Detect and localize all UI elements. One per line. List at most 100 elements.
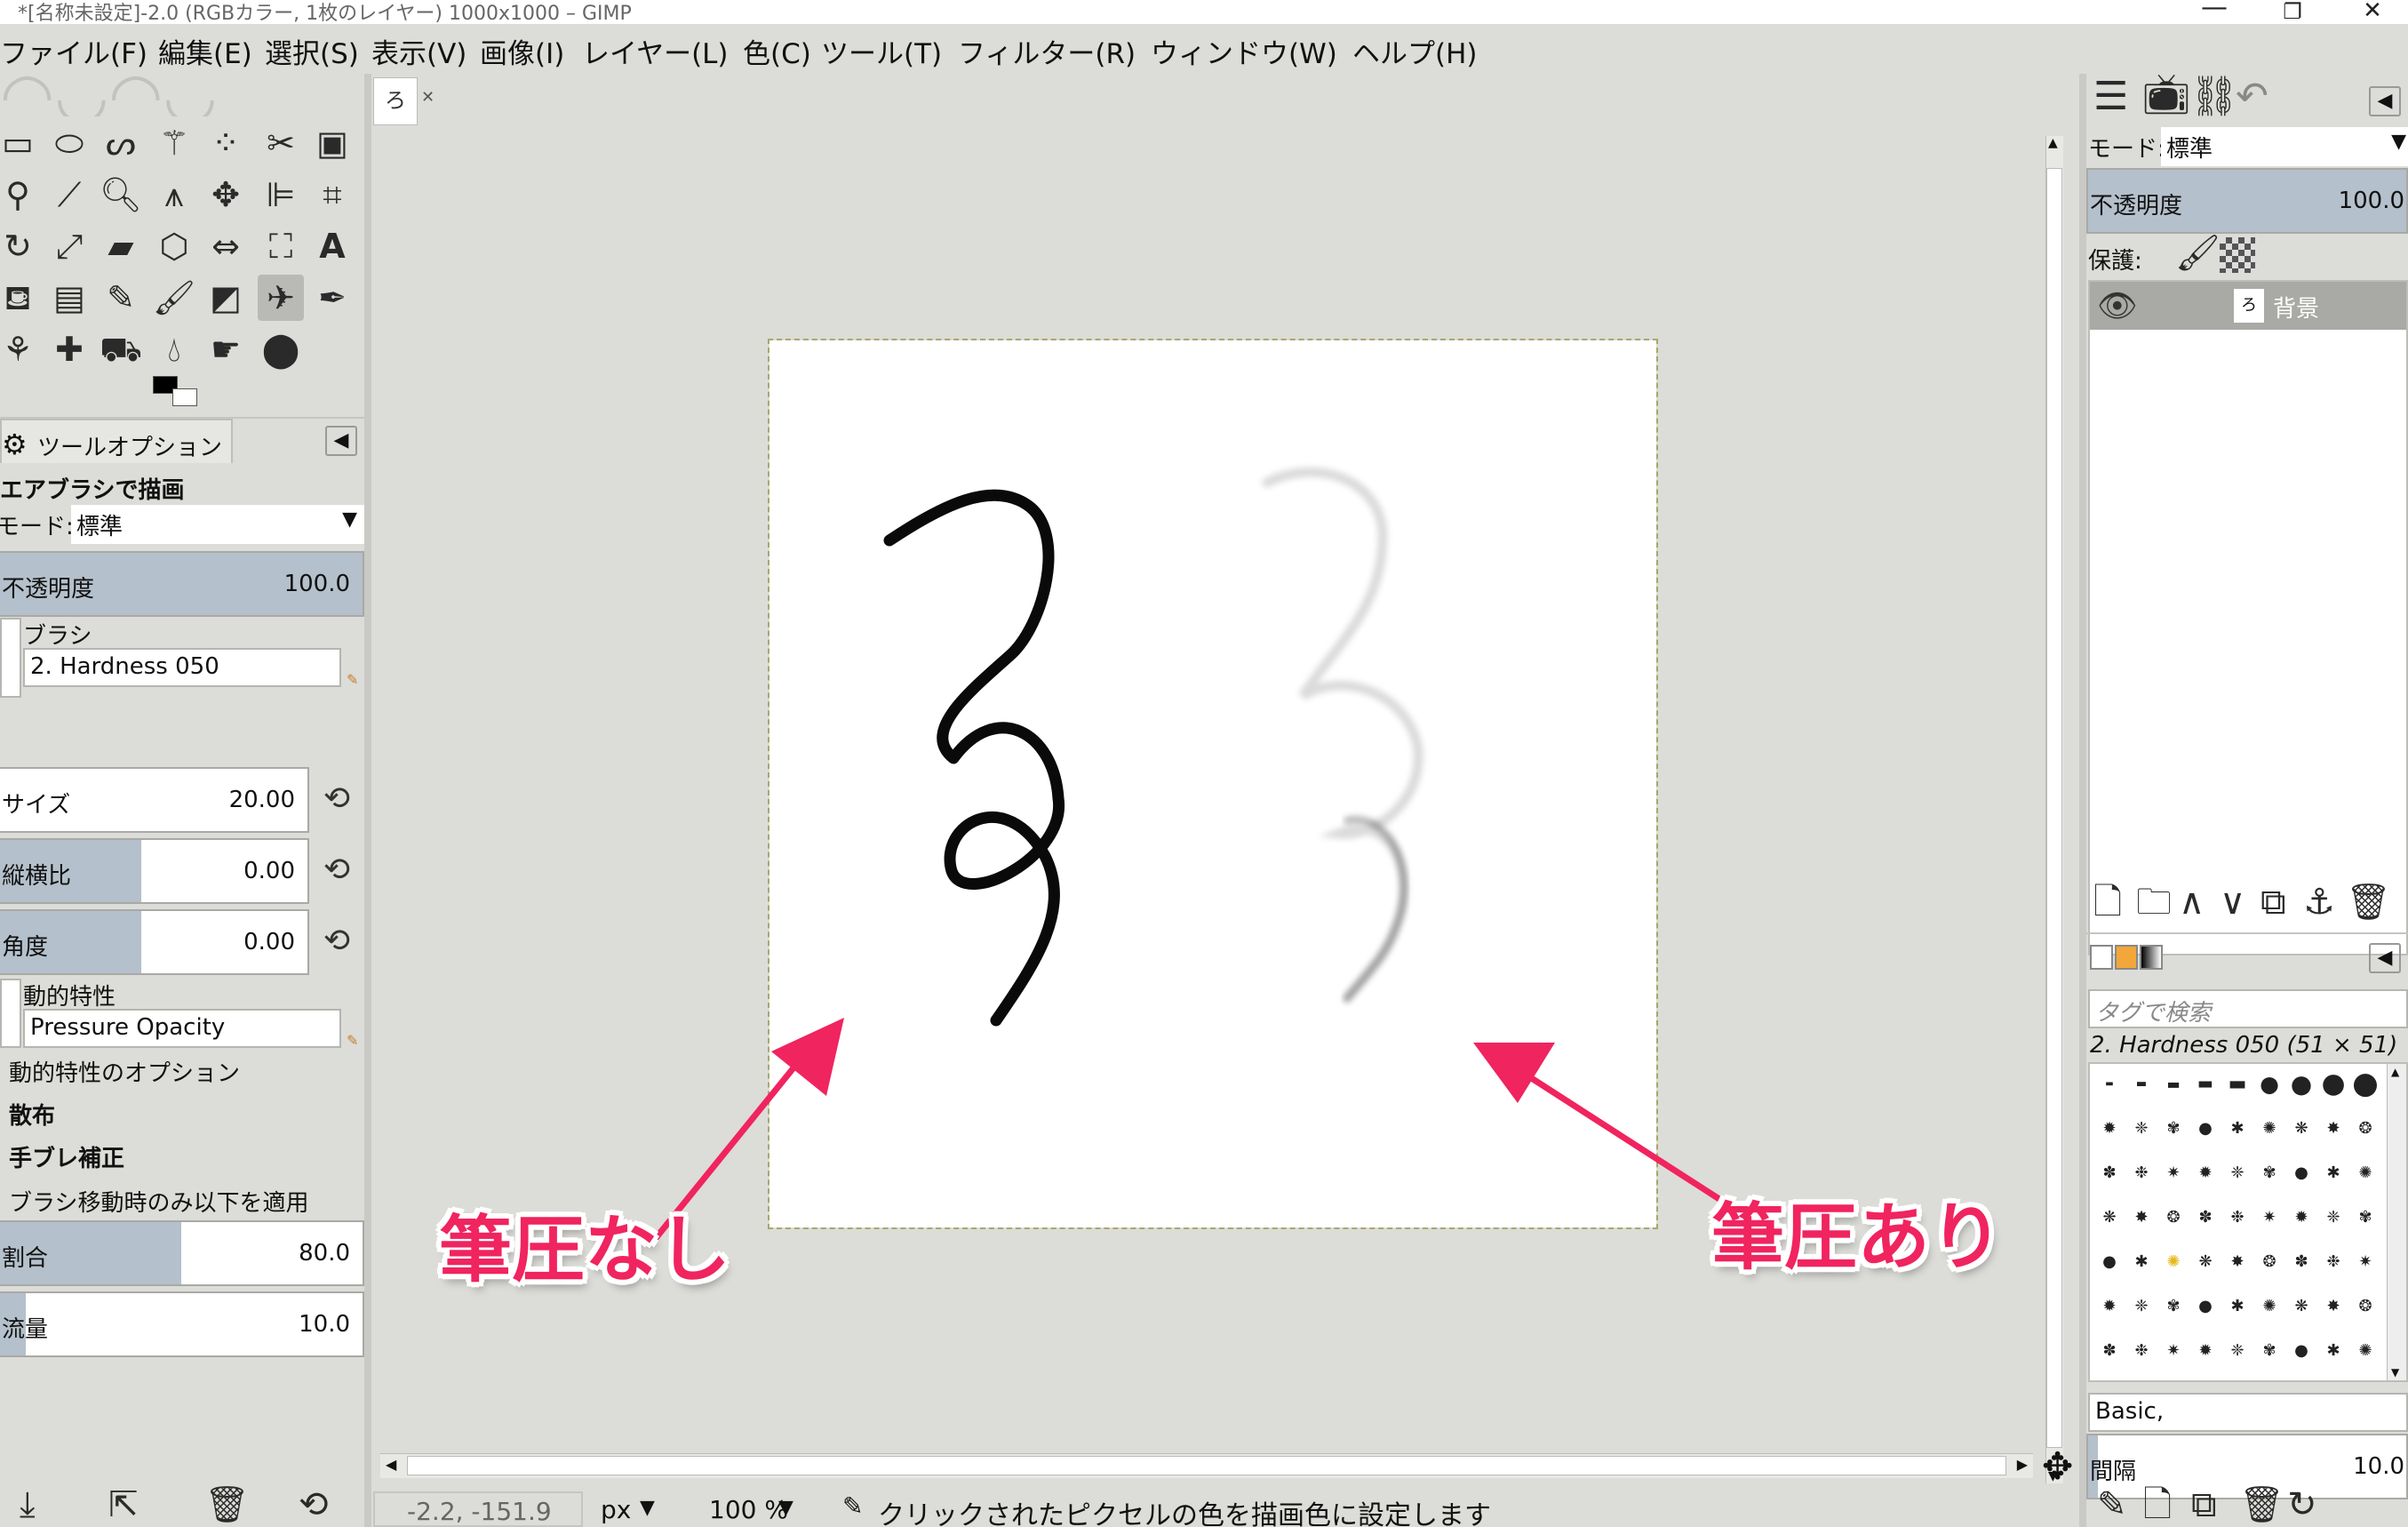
- brush-cell[interactable]: ✾: [2349, 1201, 2381, 1233]
- undo-history-tab-icon[interactable]: ↶: [2236, 77, 2268, 116]
- brush-cell[interactable]: ✷: [2253, 1201, 2285, 1233]
- brush-cell[interactable]: ❈: [2125, 1290, 2157, 1322]
- background-color-swatch[interactable]: [172, 388, 197, 406]
- brush-cell[interactable]: ✽: [2093, 1156, 2125, 1188]
- lock-pixels-icon[interactable]: 🖌︎: [2175, 236, 2221, 271]
- brush-cell[interactable]: ✾: [2157, 1112, 2189, 1144]
- vertical-scrollbar[interactable]: ▲ ▼: [2045, 136, 2063, 1483]
- delete-options-icon[interactable]: 🗑︎: [204, 1487, 250, 1523]
- panel-menu-button[interactable]: ◀: [2369, 943, 2401, 973]
- maximize-button[interactable]: ❐: [2257, 0, 2328, 25]
- brush-cell[interactable]: ✺: [2349, 1334, 2381, 1366]
- panel-menu-button[interactable]: ◀: [2369, 86, 2401, 116]
- cage-transform-icon[interactable]: ⛶: [258, 223, 304, 269]
- brush-cell[interactable]: ❂: [2253, 1245, 2285, 1277]
- unit-select[interactable]: px ▼: [585, 1491, 666, 1527]
- brush-cell[interactable]: ❋: [2285, 1112, 2317, 1144]
- brush-cell[interactable]: ✷: [2157, 1334, 2189, 1366]
- fuzzy-select-icon[interactable]: ⚚: [151, 120, 197, 166]
- brush-cell[interactable]: ●: [2189, 1290, 2221, 1322]
- brush-cell[interactable]: ▬: [2125, 1067, 2157, 1099]
- brush-cell[interactable]: ▬: [2093, 1067, 2125, 1099]
- brush-cell[interactable]: ▬: [2189, 1067, 2221, 1099]
- edit-icon[interactable]: ✎: [347, 671, 358, 688]
- tab-tool-options[interactable]: ⚙ ツールオプション: [0, 419, 233, 463]
- measure-icon[interactable]: ⩚: [151, 172, 197, 218]
- scrollbar-thumb[interactable]: [2046, 168, 2062, 1448]
- mode-select[interactable]: 標準 ▼: [71, 505, 364, 544]
- brush-cell[interactable]: ✸: [2317, 1290, 2349, 1322]
- menu-tools[interactable]: ツール(T): [821, 31, 942, 71]
- reset-aspect-icon[interactable]: ⟲: [316, 849, 357, 890]
- brush-cell[interactable]: ▬: [2157, 1067, 2189, 1099]
- opacity-slider[interactable]: 不透明度 100.0: [0, 551, 364, 617]
- patterns-tab-icon[interactable]: [2115, 945, 2138, 970]
- text-tool-icon[interactable]: A: [309, 223, 355, 269]
- brush-cell[interactable]: ✸: [2317, 1112, 2349, 1144]
- lower-layer-icon[interactable]: ∨: [2220, 884, 2245, 920]
- reset-angle-icon[interactable]: ⟲: [316, 920, 357, 961]
- brush-cell[interactable]: ❂: [2157, 1201, 2189, 1233]
- scroll-up-icon[interactable]: ▲: [2391, 1066, 2399, 1078]
- image-tab[interactable]: ろ: [373, 77, 418, 125]
- brush-cell[interactable]: ✱: [2221, 1290, 2253, 1322]
- raise-layer-icon[interactable]: ∧: [2179, 884, 2205, 920]
- brush-cell[interactable]: ✱: [2125, 1245, 2157, 1277]
- angle-slider[interactable]: 角度 0.00: [0, 909, 309, 975]
- free-select-icon[interactable]: ᔕ: [98, 120, 144, 166]
- brush-cell[interactable]: ✾: [2157, 1290, 2189, 1322]
- brushes-tab-icon[interactable]: [2090, 945, 2113, 970]
- brush-cell[interactable]: ❋: [2093, 1201, 2125, 1233]
- brush-field[interactable]: 2. Hardness 050: [23, 648, 341, 687]
- minimize-button[interactable]: —: [2179, 0, 2250, 21]
- brush-cell[interactable]: ❈: [2317, 1201, 2349, 1233]
- gradient-icon[interactable]: ▤: [46, 275, 92, 321]
- brush-cell[interactable]: ❈: [2221, 1156, 2253, 1188]
- layer-row[interactable]: 👁︎ ろ 背景: [2090, 282, 2406, 330]
- flip-icon[interactable]: ⇔: [203, 223, 249, 269]
- brush-cell[interactable]: ❈: [2221, 1334, 2253, 1366]
- align-icon[interactable]: ⊫: [258, 172, 304, 218]
- brush-cell[interactable]: ●: [2253, 1067, 2285, 1099]
- motion-only-checkbox[interactable]: ブラシ移動時のみ以下を適用: [9, 1185, 308, 1218]
- smudge-icon[interactable]: ☛: [203, 326, 249, 372]
- brush-cell[interactable]: ✱: [2317, 1156, 2349, 1188]
- pencil-icon[interactable]: ✎: [98, 275, 144, 321]
- brush-cell[interactable]: ✸: [2125, 1201, 2157, 1233]
- anchor-icon[interactable]: ⚓: [2303, 884, 2335, 920]
- menu-color[interactable]: 色(C): [743, 31, 811, 71]
- brush-cell[interactable]: ✹: [2285, 1201, 2317, 1233]
- perspective-clone-icon[interactable]: ⛟: [98, 326, 144, 372]
- brush-cell[interactable]: ✹: [2189, 1334, 2221, 1366]
- horizontal-scrollbar[interactable]: ◀ ▶: [380, 1453, 2033, 1478]
- menu-file[interactable]: ファイル(F): [0, 31, 148, 71]
- restore-options-icon[interactable]: ⇱: [108, 1487, 139, 1523]
- eraser-icon[interactable]: ◩: [203, 275, 249, 321]
- brush-cell[interactable]: ●: [2189, 1112, 2221, 1144]
- shear-icon[interactable]: ▰: [98, 223, 144, 269]
- paths-icon[interactable]: ⚲: [0, 172, 41, 218]
- brush-preview[interactable]: [0, 618, 21, 698]
- duplicate-layer-icon[interactable]: ⧉: [2260, 884, 2286, 920]
- rotate-icon[interactable]: ↻: [0, 223, 41, 269]
- dodge-burn-icon[interactable]: ⬤: [258, 326, 304, 372]
- flow-slider[interactable]: 流量 10.0: [0, 1291, 364, 1357]
- brush-cell[interactable]: ●: [2349, 1066, 2381, 1101]
- delete-layer-icon[interactable]: 🗑︎: [2346, 884, 2391, 920]
- brush-cell[interactable]: ✹: [2189, 1156, 2221, 1188]
- scatter-checkbox[interactable]: 散布: [9, 1098, 55, 1131]
- panel-divider[interactable]: [2079, 74, 2086, 1527]
- lock-alpha-icon[interactable]: [2220, 237, 2255, 273]
- brush-cell[interactable]: ●: [2317, 1067, 2349, 1099]
- paths-tab-icon[interactable]: ⛓: [2189, 77, 2239, 116]
- brush-cell[interactable]: ✺: [2349, 1156, 2381, 1188]
- foreground-select-icon[interactable]: ▣: [309, 120, 355, 166]
- brush-cell[interactable]: ✸: [2221, 1245, 2253, 1277]
- brush-cell[interactable]: ▬: [2221, 1067, 2253, 1099]
- brush-cell[interactable]: ✺: [2253, 1112, 2285, 1144]
- brush-cell[interactable]: ✾: [2253, 1156, 2285, 1188]
- brush-cell[interactable]: ❋: [2285, 1290, 2317, 1322]
- eye-icon[interactable]: 👁︎: [2097, 287, 2138, 324]
- crop-icon[interactable]: ⌗: [309, 172, 355, 218]
- duplicate-brush-icon[interactable]: ⧉: [2191, 1487, 2217, 1523]
